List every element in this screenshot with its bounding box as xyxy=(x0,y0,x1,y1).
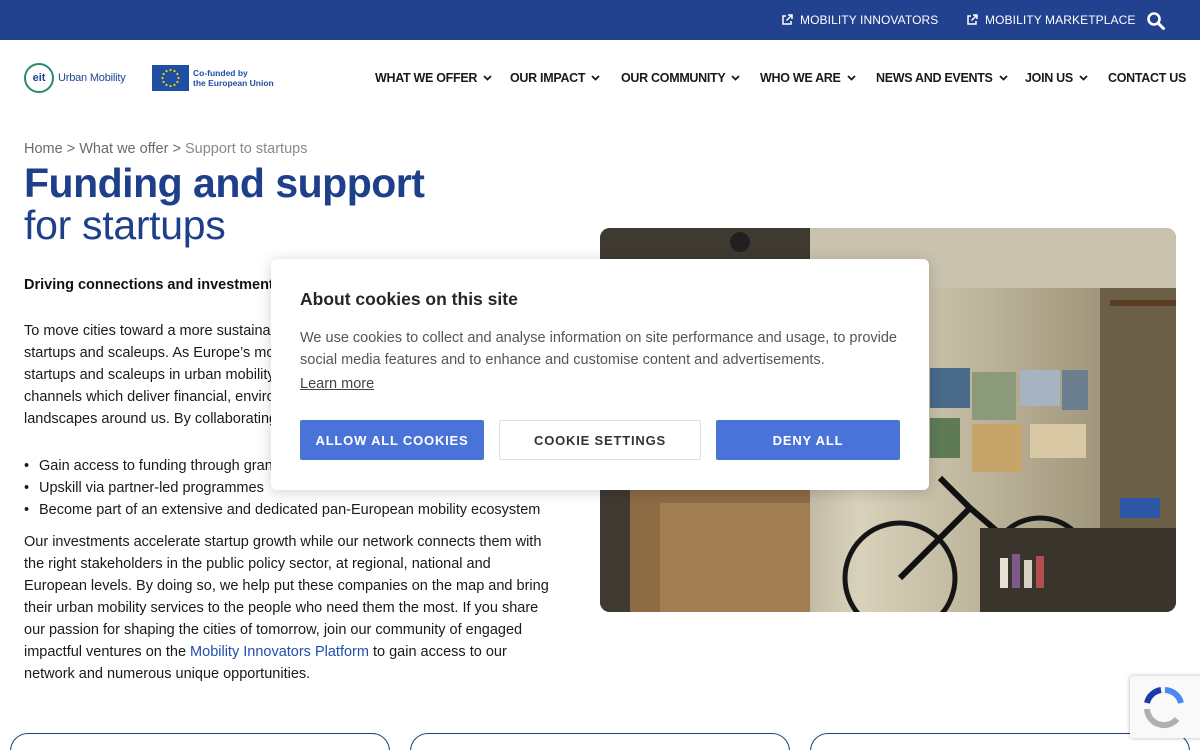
chevron-down-icon xyxy=(731,75,741,81)
nav-contact-us[interactable]: CONTACT US xyxy=(1108,68,1186,88)
breadcrumb-separator: > xyxy=(172,141,181,157)
eit-logo-text: Urban Mobility xyxy=(58,72,126,84)
nav-label: NEWS AND EVENTS xyxy=(876,71,993,85)
chevron-down-icon xyxy=(591,75,600,81)
paragraph-text: Our investments accelerate startup growt… xyxy=(24,534,549,660)
nav-who-we-are[interactable]: WHO WE ARE xyxy=(760,68,856,88)
mobility-innovators-platform-link[interactable]: Mobility Innovators Platform xyxy=(190,644,369,660)
intro-line: startups and scaleups in urban mobility, xyxy=(24,367,274,383)
mobility-marketplace-link[interactable]: MOBILITY MARKETPLACE xyxy=(966,0,1135,40)
breadcrumb-current: Support to startups xyxy=(184,141,308,157)
investments-paragraph: Our investments accelerate startup growt… xyxy=(24,531,549,685)
cookie-consent-dialog: About cookies on this site We use cookie… xyxy=(271,259,929,490)
breadcrumb-separator: > xyxy=(66,141,76,157)
eu-flag-icon xyxy=(152,64,189,91)
chevron-down-icon xyxy=(1079,75,1088,81)
cookie-settings-button[interactable]: COOKIE SETTINGS xyxy=(499,420,701,460)
nav-label: WHO WE ARE xyxy=(760,71,841,85)
intro-line: landscapes around us. By collaborating v xyxy=(24,411,274,427)
eit-urban-mobility-logo[interactable]: eit Urban Mobility xyxy=(24,62,134,94)
breadcrumb-what-we-offer[interactable]: What we offer xyxy=(79,141,168,157)
intro-line: To move cities toward a more sustainab xyxy=(24,323,274,339)
page-title-bold: Funding and support xyxy=(24,160,425,206)
feature-card[interactable] xyxy=(410,733,790,750)
eu-cofunded-text: Co-funded by the European Union xyxy=(193,68,274,88)
mobility-marketplace-label: MOBILITY MARKETPLACE xyxy=(985,13,1136,27)
recaptcha-badge[interactable] xyxy=(1130,676,1200,738)
lead-heading: Driving connections and investments xyxy=(24,277,282,293)
eu-line-1: Co-funded by xyxy=(193,67,248,78)
nav-what-we-offer[interactable]: WHAT WE OFFER xyxy=(375,68,492,88)
intro-line: channels which deliver financial, enviro… xyxy=(24,389,274,405)
nav-our-community[interactable]: OUR COMMUNITY xyxy=(621,68,741,88)
intro-line: startups and scaleups. As Europe’s mos xyxy=(24,345,274,361)
list-item: Become part of an extensive and dedicate… xyxy=(24,499,540,521)
feature-card[interactable] xyxy=(10,733,390,750)
nav-label: JOIN US xyxy=(1025,71,1073,85)
chevron-down-icon xyxy=(483,75,492,81)
cookie-dialog-description: We use cookies to collect and analyse in… xyxy=(300,330,897,368)
eu-line-2: the European Union xyxy=(193,77,274,88)
chevron-down-icon xyxy=(846,75,856,81)
nav-news-and-events[interactable]: NEWS AND EVENTS xyxy=(876,68,1008,88)
nav-label: OUR COMMUNITY xyxy=(621,71,726,85)
nav-our-impact[interactable]: OUR IMPACT xyxy=(510,68,600,88)
page-title-light: for startups xyxy=(24,202,226,248)
cookie-dialog-title: About cookies on this site xyxy=(300,289,518,309)
external-link-icon xyxy=(967,14,978,25)
eu-cofunded-logo: Co-funded by the European Union xyxy=(152,64,276,91)
search-icon[interactable] xyxy=(1146,11,1166,31)
nav-join-us[interactable]: JOIN US xyxy=(1025,68,1088,88)
recaptcha-icon xyxy=(1144,687,1184,729)
external-link-icon xyxy=(782,14,793,25)
learn-more-link[interactable]: Learn more xyxy=(300,376,374,392)
eit-logo-mark: eit xyxy=(24,63,54,93)
breadcrumb-home[interactable]: Home xyxy=(24,141,63,157)
nav-label: OUR IMPACT xyxy=(510,71,586,85)
nav-label: CONTACT US xyxy=(1108,71,1187,85)
breadcrumb: Home > What we offer > Support to startu… xyxy=(24,141,307,157)
allow-all-cookies-button[interactable]: ALLOW ALL COOKIES xyxy=(300,420,484,460)
top-utility-bar: MOBILITY INNOVATORS MOBILITY MARKETPLACE xyxy=(0,0,1200,40)
mobility-innovators-label: MOBILITY INNOVATORS xyxy=(800,13,939,27)
chevron-down-icon xyxy=(998,75,1008,81)
mobility-innovators-link[interactable]: MOBILITY INNOVATORS xyxy=(781,0,938,40)
deny-all-button[interactable]: DENY ALL xyxy=(716,420,900,460)
nav-label: WHAT WE OFFER xyxy=(375,71,478,85)
